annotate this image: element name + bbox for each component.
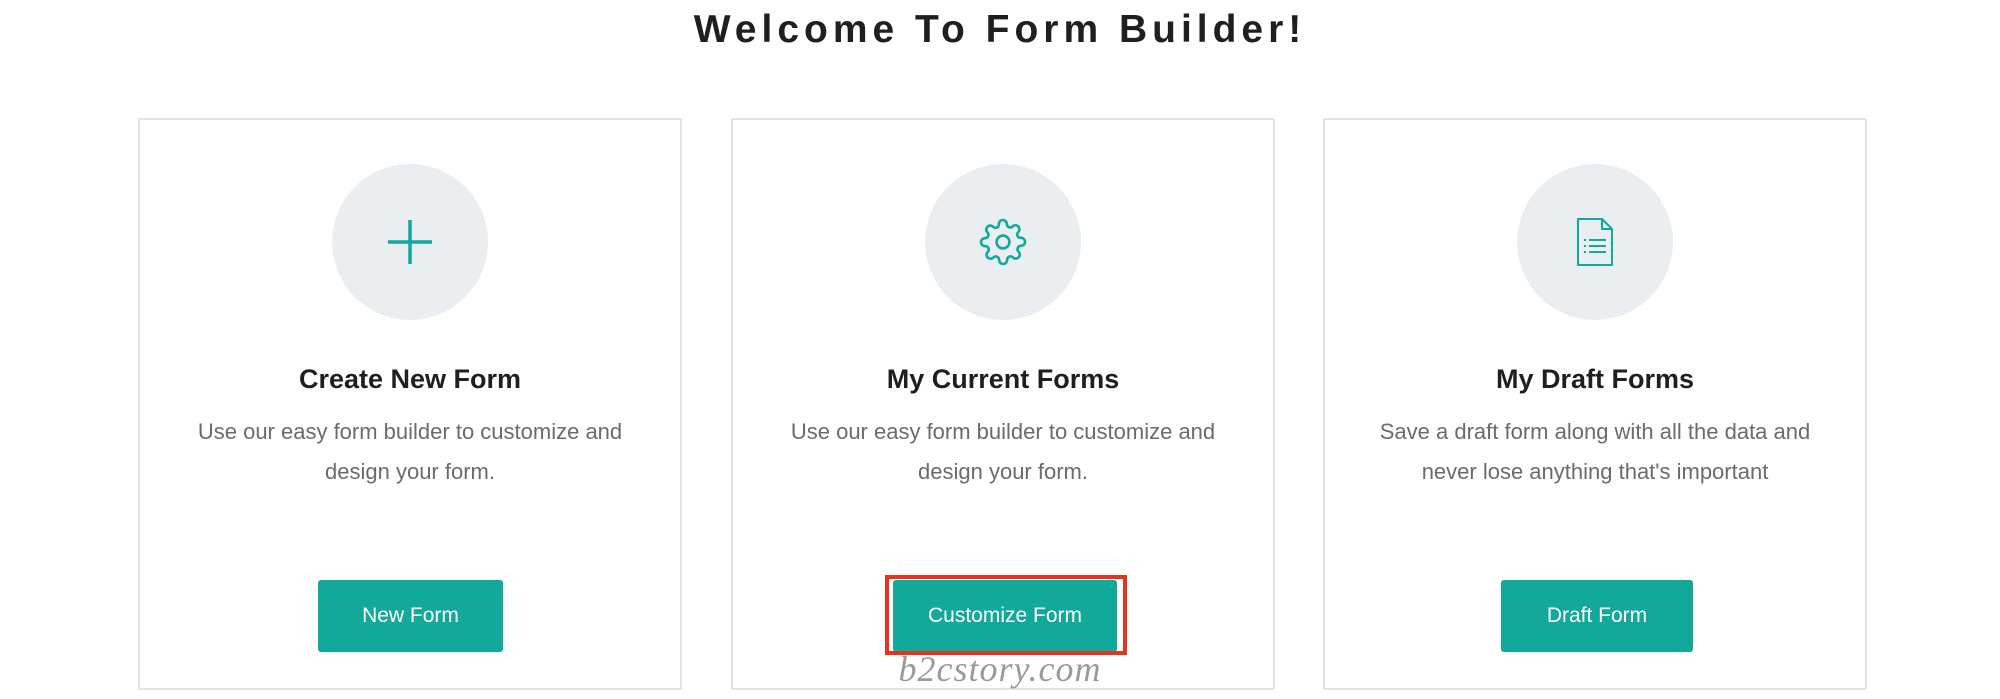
my-draft-forms-card: My Draft Forms Save a draft form along w… [1323,118,1867,690]
card-title: Create New Form [298,364,522,394]
gear-icon-circle [925,164,1081,320]
card-description: Save a draft form along with all the dat… [1379,419,1811,484]
document-icon-circle [1517,164,1673,320]
draft-form-button[interactable]: Draft Form [1501,580,1693,652]
create-new-form-card: Create New Form Use our easy form builde… [138,118,682,690]
plus-icon-circle [332,164,488,320]
page-title: Welcome To Form Builder! [693,8,1307,51]
card-description: Use our easy form builder to customize a… [197,419,623,484]
card-title: My Draft Forms [1495,364,1695,394]
plus-icon [388,220,432,264]
document-icon [1577,218,1613,266]
my-current-forms-card: My Current Forms Use our easy form build… [731,118,1275,690]
card-description: Use our easy form builder to customize a… [790,419,1216,484]
new-form-button[interactable]: New Form [318,580,503,652]
card-title: My Current Forms [886,364,1120,394]
gear-icon [979,218,1027,266]
form-builder-page: Welcome To Form Builder! Create New Form… [0,0,2000,699]
customize-form-button[interactable]: Customize Form [893,580,1117,652]
